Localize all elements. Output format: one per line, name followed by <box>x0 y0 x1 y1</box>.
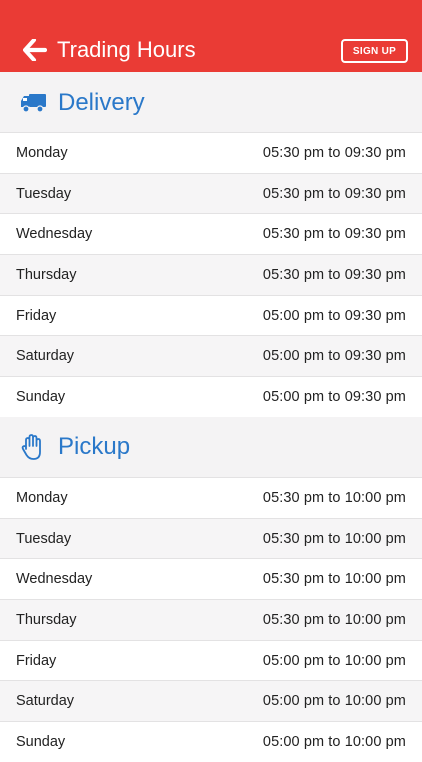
sign-up-button[interactable]: SIGN UP <box>341 39 408 63</box>
truck-icon <box>19 89 47 117</box>
pickup-hours-list: Monday 05:30 pm to 10:00 pm Tuesday 05:3… <box>0 477 422 762</box>
hours-value: 05:30 pm to 10:00 pm <box>262 611 406 628</box>
hours-value: 05:30 pm to 10:00 pm <box>262 530 406 547</box>
table-row: Tuesday 05:30 pm to 10:00 pm <box>0 517 422 559</box>
day-label: Friday <box>16 307 57 324</box>
table-row: Friday 05:00 pm to 10:00 pm <box>0 639 422 681</box>
table-row: Thursday 05:30 pm to 09:30 pm <box>0 254 422 295</box>
table-row: Sunday 05:00 pm to 10:00 pm <box>0 721 422 762</box>
day-label: Saturday <box>16 693 75 710</box>
day-label: Monday <box>16 144 68 161</box>
hours-value: 05:00 pm to 10:00 pm <box>262 693 406 710</box>
page-title: Trading Hours <box>57 37 196 62</box>
hours-value: 05:30 pm to 10:00 pm <box>262 571 406 588</box>
table-row: Friday 05:00 pm to 09:30 pm <box>0 294 422 336</box>
delivery-section-header: Delivery <box>0 72 422 133</box>
hours-value: 05:30 pm to 10:00 pm <box>262 489 406 506</box>
day-label: Wednesday <box>16 226 93 243</box>
hand-icon <box>19 433 47 461</box>
table-row: Monday 05:30 pm to 10:00 pm <box>0 477 422 518</box>
hours-value: 05:00 pm to 10:00 pm <box>262 652 406 669</box>
hours-value: 05:00 pm to 09:30 pm <box>262 348 406 365</box>
day-label: Thursday <box>16 266 77 283</box>
hours-value: 05:30 pm to 09:30 pm <box>262 226 406 243</box>
app-header: Trading Hours SIGN UP <box>0 0 422 72</box>
delivery-title: Delivery <box>58 89 145 116</box>
hours-value: 05:00 pm to 09:30 pm <box>262 388 406 405</box>
hours-value: 05:30 pm to 09:30 pm <box>262 266 406 283</box>
day-label: Saturday <box>16 348 75 365</box>
day-label: Wednesday <box>16 571 93 588</box>
pickup-title: Pickup <box>58 433 131 460</box>
hours-value: 05:00 pm to 10:00 pm <box>262 733 406 750</box>
day-label: Sunday <box>16 733 66 750</box>
arrow-left-icon <box>23 39 47 61</box>
pickup-section-header: Pickup <box>0 417 422 478</box>
back-button[interactable] <box>22 38 48 62</box>
table-row: Monday 05:30 pm to 09:30 pm <box>0 132 422 173</box>
day-label: Sunday <box>16 388 66 405</box>
table-row: Tuesday 05:30 pm to 09:30 pm <box>0 172 422 214</box>
hours-value: 05:30 pm to 09:30 pm <box>262 185 406 202</box>
table-row: Wednesday 05:30 pm to 10:00 pm <box>0 558 422 600</box>
table-row: Wednesday 05:30 pm to 09:30 pm <box>0 213 422 255</box>
hours-value: 05:30 pm to 09:30 pm <box>262 144 406 161</box>
delivery-hours-list: Monday 05:30 pm to 09:30 pm Tuesday 05:3… <box>0 132 422 417</box>
day-label: Friday <box>16 652 57 669</box>
day-label: Thursday <box>16 611 77 628</box>
day-label: Monday <box>16 489 68 506</box>
table-row: Thursday 05:30 pm to 10:00 pm <box>0 599 422 640</box>
table-row: Saturday 05:00 pm to 10:00 pm <box>0 680 422 722</box>
hours-value: 05:00 pm to 09:30 pm <box>262 307 406 324</box>
day-label: Tuesday <box>16 530 72 547</box>
day-label: Tuesday <box>16 185 72 202</box>
table-row: Saturday 05:00 pm to 09:30 pm <box>0 335 422 377</box>
table-row: Sunday 05:00 pm to 09:30 pm <box>0 376 422 417</box>
